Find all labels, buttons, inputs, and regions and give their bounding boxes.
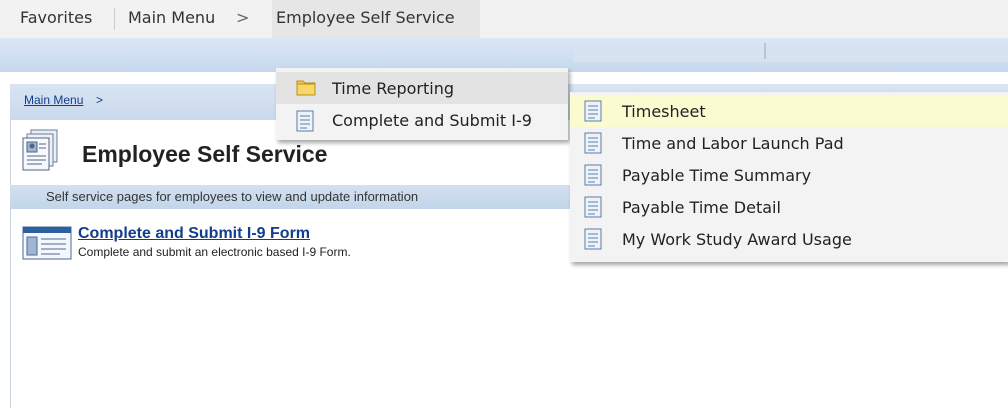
breadcrumb-separator: > [96, 93, 104, 107]
menu-item-time-reporting[interactable]: Time Reporting [276, 72, 568, 104]
banner-divider [764, 43, 766, 59]
menu-item-label: Payable Time Summary [622, 166, 812, 185]
breadcrumb-main-menu-link[interactable]: Main Menu [24, 93, 83, 107]
document-icon [584, 164, 602, 186]
nav-divider [114, 8, 115, 30]
menu-item-timesheet[interactable]: Timesheet [570, 95, 1008, 127]
document-icon [584, 196, 602, 218]
menu-item-label: Timesheet [622, 102, 706, 121]
time-reporting-flyout-menu: Timesheet Time and Labor Launch Pad Paya… [570, 92, 1008, 262]
menu-item-label: My Work Study Award Usage [622, 230, 852, 249]
menu-item-complete-submit-i9[interactable]: Complete and Submit I-9 [276, 104, 568, 136]
menu-item-payable-time-detail[interactable]: Payable Time Detail [570, 191, 1008, 223]
i9-form-link[interactable]: Complete and Submit I-9 Form [78, 225, 310, 243]
folder-icon [296, 80, 316, 96]
nav-main-menu[interactable]: Main Menu [128, 0, 215, 38]
menu-item-label: Payable Time Detail [622, 198, 781, 217]
document-icon [584, 132, 602, 154]
page-title: Employee Self Service [82, 141, 328, 167]
nav-favorites-label: Favorites [20, 8, 93, 27]
page-documents-icon [22, 129, 58, 171]
document-icon [296, 110, 314, 132]
document-icon [584, 228, 602, 250]
nav-main-menu-label: Main Menu [128, 8, 216, 27]
menu-item-payable-time-summary[interactable]: Payable Time Summary [570, 159, 1008, 191]
nav-ess-label: Employee Self Service [276, 8, 455, 27]
ess-flyout-menu: Time Reporting Complete and Submit I-9 [276, 68, 568, 140]
form-icon[interactable] [22, 226, 72, 260]
nav-favorites[interactable]: Favorites [20, 0, 92, 38]
document-icon [584, 100, 602, 122]
menu-item-label: Complete and Submit I-9 [332, 111, 532, 130]
nav-separator: > [236, 8, 250, 27]
menu-item-label: Time and Labor Launch Pad [622, 134, 844, 153]
nav-employee-self-service[interactable]: Employee Self Service [276, 0, 455, 38]
banner-inset [574, 44, 1008, 62]
page-description: Self service pages for employees to view… [46, 189, 419, 204]
i9-form-description: Complete and submit an electronic based … [78, 245, 351, 259]
menu-item-label: Time Reporting [332, 79, 455, 98]
menu-item-work-study-award-usage[interactable]: My Work Study Award Usage [570, 223, 1008, 255]
menu-item-time-labor-launch-pad[interactable]: Time and Labor Launch Pad [570, 127, 1008, 159]
